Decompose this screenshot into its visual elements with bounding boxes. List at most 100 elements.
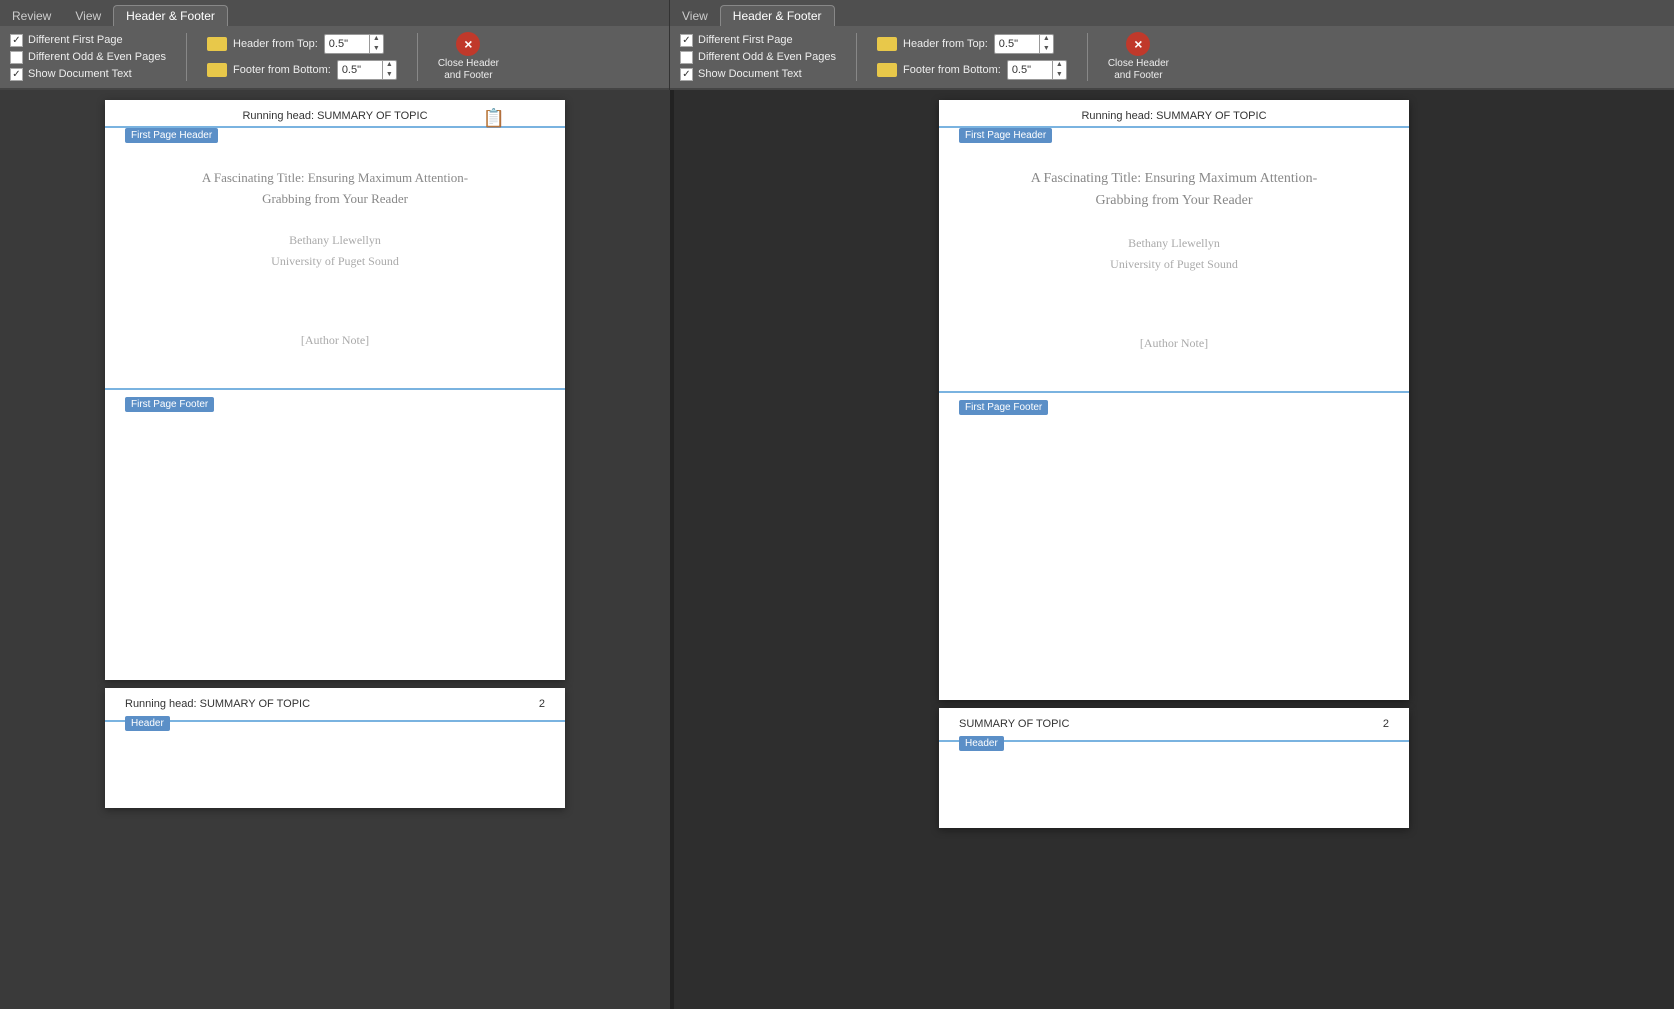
- spinner-footer-up-left[interactable]: ▲: [383, 60, 396, 70]
- ribbon-divider-left: [186, 33, 187, 81]
- toolbar-left-section: Review View Header & Footer Different Fi…: [0, 0, 670, 90]
- spinner-footer-value-left: 0.5": [338, 64, 382, 76]
- close-header-footer-btn-left[interactable]: × Close Headerand Footer: [438, 32, 499, 82]
- spinner-footer-down-left[interactable]: ▼: [383, 70, 396, 80]
- first-page-header-label-right: First Page Header: [959, 128, 1052, 143]
- spinner-header-label-left: Header from Top:: [233, 38, 318, 50]
- checkbox-show-doc-left[interactable]: Show Document Text: [10, 68, 166, 81]
- spinner-footer-label-left: Footer from Bottom:: [233, 64, 331, 76]
- ribbon-divider2-right: [1087, 33, 1088, 81]
- checkbox-diff-odd-left[interactable]: Different Odd & Even Pages: [10, 51, 166, 64]
- checkbox-diff-odd-label-right: Different Odd & Even Pages: [698, 51, 836, 63]
- spinner-header-right: Header from Top: 0.5" ▲ ▼: [877, 34, 1067, 54]
- footer-from-bottom-icon-right: [877, 63, 897, 77]
- close-icon-right[interactable]: ×: [1126, 32, 1150, 56]
- spinner-footer-arrows-left[interactable]: ▲ ▼: [382, 60, 396, 80]
- checkbox-diff-first-label-right: Different First Page: [698, 34, 793, 46]
- spinner-footer-arrows-right[interactable]: ▲ ▼: [1052, 60, 1066, 80]
- checkbox-diff-first-right[interactable]: Different First Page: [680, 34, 836, 47]
- checkbox-diff-first-box-left[interactable]: [10, 34, 23, 47]
- paste-icon-left: 📋: [483, 108, 505, 129]
- app-wrapper: Review View Header & Footer Different Fi…: [0, 0, 1674, 1009]
- tab-header-footer-left[interactable]: Header & Footer: [113, 5, 228, 26]
- doc-title-line2-right: Grabbing from Your Reader: [1095, 193, 1252, 208]
- doc-header-text-1-left: Running head: SUMMARY OF TOPIC: [242, 110, 427, 122]
- checkbox-show-doc-label-right: Show Document Text: [698, 68, 802, 80]
- spinner-footer-right: Footer from Bottom: 0.5" ▲ ▼: [877, 60, 1067, 80]
- tab-view-left[interactable]: View: [63, 6, 113, 26]
- toolbar-combined: Review View Header & Footer Different Fi…: [0, 0, 1674, 90]
- spinner-footer-left: Footer from Bottom: 0.5" ▲ ▼: [207, 60, 397, 80]
- header-label-right: Header: [959, 736, 1004, 751]
- doc-header-2-left: Running head: SUMMARY OF TOPIC 2 Header: [105, 688, 565, 722]
- doc-footer-space-left: [125, 412, 545, 452]
- checkbox-diff-first-left[interactable]: Different First Page: [10, 34, 166, 47]
- panel-left: Running head: SUMMARY OF TOPIC 📋 First P…: [0, 90, 670, 1009]
- doc-author-right: Bethany Llewellyn University of Puget So…: [1110, 233, 1238, 276]
- doc-title-right: A Fascinating Title: Ensuring Maximum At…: [1031, 168, 1318, 213]
- checkbox-diff-odd-box-right[interactable]: [680, 51, 693, 64]
- first-page-footer-label-right: First Page Footer: [959, 400, 1048, 415]
- spinner-header-input-right[interactable]: 0.5" ▲ ▼: [994, 34, 1054, 54]
- checkbox-group-left: Different First Page Different Odd & Eve…: [10, 34, 166, 81]
- spinner-header-up-right[interactable]: ▲: [1040, 34, 1053, 44]
- spinner-group-right: Header from Top: 0.5" ▲ ▼ Footer from Bo…: [877, 34, 1067, 80]
- ribbon-divider-right: [856, 33, 857, 81]
- doc-body-left: A Fascinating Title: Ensuring Maximum At…: [105, 128, 565, 368]
- close-btn-label-right: Close Headerand Footer: [1108, 58, 1169, 82]
- checkbox-diff-first-box-right[interactable]: [680, 34, 693, 47]
- doc-title-line1-right: A Fascinating Title: Ensuring Maximum At…: [1031, 171, 1318, 186]
- doc-footer-left: First Page Footer: [105, 388, 565, 456]
- checkbox-show-doc-box-right[interactable]: [680, 68, 693, 81]
- spinner-footer-value-right: 0.5": [1008, 64, 1052, 76]
- checkbox-group-right: Different First Page Different Odd & Eve…: [680, 34, 836, 81]
- doc-header-2-right: SUMMARY OF TOPIC 2 Header: [939, 708, 1409, 742]
- checkbox-diff-odd-box-left[interactable]: [10, 51, 23, 64]
- tab-row-right: View Header & Footer: [670, 0, 1674, 26]
- spinner-header-label-right: Header from Top:: [903, 38, 988, 50]
- doc-header-text-1-right: Running head: SUMMARY OF TOPIC: [1081, 110, 1266, 122]
- tab-review-left[interactable]: Review: [0, 6, 63, 26]
- page-num-left: 2: [539, 698, 545, 710]
- close-btn-label-left: Close Headerand Footer: [438, 58, 499, 82]
- doc-body-right: A Fascinating Title: Ensuring Maximum At…: [939, 128, 1409, 371]
- doc-header-1-right: Running head: SUMMARY OF TOPIC First Pag…: [939, 100, 1409, 128]
- first-page-footer-label-left: First Page Footer: [125, 397, 214, 412]
- spinner-header-arrows-right[interactable]: ▲ ▼: [1039, 34, 1053, 54]
- doc-author-name-left: Bethany Llewellyn: [271, 230, 399, 252]
- checkbox-diff-odd-right[interactable]: Different Odd & Even Pages: [680, 51, 836, 64]
- footer-from-bottom-icon-left: [207, 63, 227, 77]
- checkbox-show-doc-box-left[interactable]: [10, 68, 23, 81]
- header-from-top-icon-right: [877, 37, 897, 51]
- close-icon-left[interactable]: ×: [456, 32, 480, 56]
- spinner-footer-down-right[interactable]: ▼: [1053, 70, 1066, 80]
- page-num-right: 2: [1383, 718, 1389, 730]
- spinner-header-down-left[interactable]: ▼: [370, 44, 383, 54]
- spinner-footer-input-right[interactable]: 0.5" ▲ ▼: [1007, 60, 1067, 80]
- checkbox-show-doc-right[interactable]: Show Document Text: [680, 68, 836, 81]
- doc-page-2-left: Running head: SUMMARY OF TOPIC 2 Header: [105, 688, 565, 808]
- spinner-footer-up-right[interactable]: ▲: [1053, 60, 1066, 70]
- doc-note-left: [Author Note]: [301, 333, 369, 348]
- tab-header-footer-right[interactable]: Header & Footer: [720, 5, 835, 26]
- doc-title-left: A Fascinating Title: Ensuring Maximum At…: [202, 168, 468, 210]
- checkbox-diff-odd-label-left: Different Odd & Even Pages: [28, 51, 166, 63]
- doc-footer-space-right: [959, 415, 1389, 455]
- doc-page-2-right: SUMMARY OF TOPIC 2 Header: [939, 708, 1409, 828]
- checkbox-diff-first-label-left: Different First Page: [28, 34, 123, 46]
- doc-title-line2-left: Grabbing from Your Reader: [262, 191, 408, 206]
- spinner-header-up-left[interactable]: ▲: [370, 34, 383, 44]
- doc-author-left: Bethany Llewellyn University of Puget So…: [271, 230, 399, 273]
- header-from-top-icon-left: [207, 37, 227, 51]
- close-header-footer-btn-right[interactable]: × Close Headerand Footer: [1108, 32, 1169, 82]
- spinner-footer-input-left[interactable]: 0.5" ▲ ▼: [337, 60, 397, 80]
- spinner-header-arrows-left[interactable]: ▲ ▼: [369, 34, 383, 54]
- toolbar-right-section: View Header & Footer Different First Pag…: [670, 0, 1674, 90]
- doc-page-1-left: Running head: SUMMARY OF TOPIC 📋 First P…: [105, 100, 565, 680]
- doc-footer-right: First Page Footer: [939, 391, 1409, 459]
- spinner-header-down-right[interactable]: ▼: [1040, 44, 1053, 54]
- spinner-footer-label-right: Footer from Bottom:: [903, 64, 1001, 76]
- panel-right: Running head: SUMMARY OF TOPIC First Pag…: [674, 90, 1674, 1009]
- tab-view-right[interactable]: View: [670, 6, 720, 26]
- spinner-header-input-left[interactable]: 0.5" ▲ ▼: [324, 34, 384, 54]
